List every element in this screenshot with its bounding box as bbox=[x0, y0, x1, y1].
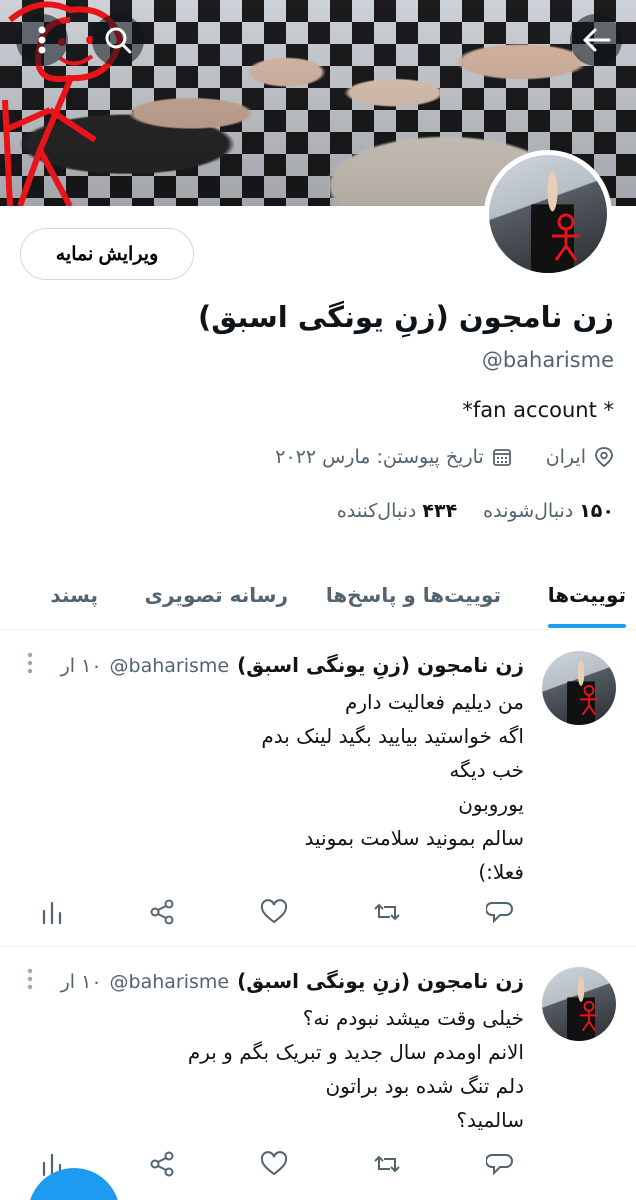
reply-icon[interactable] bbox=[486, 899, 514, 925]
profile-handle: @baharisme bbox=[481, 348, 614, 372]
back-button[interactable] bbox=[570, 14, 622, 66]
follow-stats: ۱۵۰دنبال‌شونده ۴۳۴دنبال‌کننده bbox=[337, 500, 614, 522]
joined-date: تاریخ پیوستن: مارس ۲۰۲۲ bbox=[275, 446, 511, 468]
following-link[interactable]: ۱۵۰دنبال‌شونده bbox=[483, 500, 614, 522]
profile-name: زن نامجون (زنِ یونگی اسبق) bbox=[198, 300, 614, 334]
like-icon[interactable] bbox=[260, 1151, 288, 1177]
followers-count: ۴۳۴ bbox=[422, 500, 458, 522]
tweet-time[interactable]: ۱۰ ار bbox=[61, 655, 102, 677]
tweet-author-name[interactable]: زن نامجون (زنِ یونگی اسبق) bbox=[237, 653, 524, 677]
tab-tweets-replies[interactable]: توییت‌ها و پاسخ‌ها bbox=[326, 560, 501, 630]
analytics-icon[interactable] bbox=[40, 899, 64, 925]
profile-bio: *fan account * bbox=[462, 398, 614, 422]
following-label: دنبال‌شونده bbox=[483, 500, 574, 522]
profile-avatar[interactable] bbox=[484, 150, 612, 278]
tab-label: توییت‌ها و پاسخ‌ها bbox=[325, 583, 501, 607]
profile-tabs: توییت‌ها توییت‌ها و پاسخ‌ها رسانه تصویری… bbox=[0, 560, 636, 630]
more-vertical-icon bbox=[27, 652, 33, 674]
arrow-left-icon bbox=[583, 28, 611, 52]
active-tab-indicator bbox=[547, 624, 626, 628]
tweet-avatar[interactable] bbox=[542, 967, 616, 1041]
tweet-line: سالمید؟ bbox=[456, 1108, 524, 1132]
tab-likes[interactable]: پسند bbox=[50, 560, 98, 630]
more-button[interactable] bbox=[16, 14, 68, 66]
tweet-line: اگه خواستید بیایید بگید لینک بدم bbox=[261, 724, 524, 748]
tweet-line: سالم بمونید سلامت بمونید bbox=[304, 826, 525, 850]
tweet-header: زن نامجون (زنِ یونگی اسبق) @baharisme ۱۰… bbox=[61, 969, 524, 993]
edit-profile-button[interactable]: ویرایش نمایه bbox=[20, 228, 194, 280]
red-figure-icon bbox=[551, 213, 580, 261]
retweet-icon[interactable] bbox=[372, 1151, 402, 1177]
tweet-more-button[interactable] bbox=[26, 651, 34, 679]
tweet-line: فعلا:) bbox=[478, 860, 524, 884]
tweet-line: خیلی وقت میشد نبودم نه؟ bbox=[302, 1006, 524, 1030]
location: ایران bbox=[546, 446, 614, 468]
reply-icon[interactable] bbox=[486, 1151, 514, 1177]
tweet-line: خب دیگه bbox=[449, 758, 524, 782]
tab-label: پسند bbox=[50, 583, 98, 607]
more-vertical-icon bbox=[27, 968, 33, 990]
tweet-line: یوروبون bbox=[458, 792, 524, 816]
tweet-author-handle[interactable]: @baharisme bbox=[110, 971, 230, 993]
tweet-actions bbox=[40, 1151, 514, 1177]
tweet-line: الانم اومدم سال جدید و تبریک بگم و برم bbox=[187, 1040, 524, 1064]
tab-label: رسانه تصویری bbox=[144, 583, 288, 607]
tweet-text: من دیلیم فعالیت دارم اگه خواستید بیایید … bbox=[54, 685, 524, 889]
search-button[interactable] bbox=[92, 14, 144, 66]
tweet-time[interactable]: ۱۰ ار bbox=[61, 971, 102, 993]
location-pin-icon bbox=[595, 447, 613, 468]
like-icon[interactable] bbox=[260, 899, 288, 925]
tweet-avatar[interactable] bbox=[542, 651, 616, 725]
tab-label: توییت‌ها bbox=[547, 583, 626, 607]
tab-tweets[interactable]: توییت‌ها bbox=[547, 560, 626, 630]
location-text: ایران bbox=[545, 446, 586, 468]
tweet-author-handle[interactable]: @baharisme bbox=[110, 655, 230, 677]
followers-label: دنبال‌کننده bbox=[336, 500, 417, 522]
calendar-icon bbox=[492, 449, 511, 466]
tweet-line: دلم تنگ شده بود براتون bbox=[325, 1074, 524, 1098]
tweet-author-name[interactable]: زن نامجون (زنِ یونگی اسبق) bbox=[237, 969, 524, 993]
share-icon[interactable] bbox=[148, 899, 176, 925]
search-icon bbox=[105, 27, 132, 54]
tweet-more-button[interactable] bbox=[26, 967, 34, 995]
tweet-actions bbox=[40, 899, 514, 925]
joined-text: تاریخ پیوستن: مارس ۲۰۲۲ bbox=[275, 446, 484, 468]
red-figure-icon bbox=[580, 1000, 598, 1031]
tweet[interactable]: زن نامجون (زنِ یونگی اسبق) @baharisme ۱۰… bbox=[0, 631, 636, 947]
tweet-line: من دیلیم فعالیت دارم bbox=[344, 690, 524, 714]
red-figure-icon bbox=[580, 684, 598, 715]
tweet-header: زن نامجون (زنِ یونگی اسبق) @baharisme ۱۰… bbox=[61, 653, 524, 677]
following-count: ۱۵۰ bbox=[579, 500, 614, 522]
tweet[interactable]: زن نامجون (زنِ یونگی اسبق) @baharisme ۱۰… bbox=[0, 947, 636, 1200]
followers-link[interactable]: ۴۳۴دنبال‌کننده bbox=[337, 500, 457, 522]
profile-meta: ایران تاریخ پیوستن: مارس ۲۰۲۲ bbox=[275, 446, 614, 468]
retweet-icon[interactable] bbox=[372, 899, 402, 925]
tab-media[interactable]: رسانه تصویری bbox=[145, 560, 288, 630]
tweet-text: خیلی وقت میشد نبودم نه؟ الانم اومدم سال … bbox=[54, 1001, 524, 1137]
more-vertical-icon bbox=[38, 26, 46, 54]
share-icon[interactable] bbox=[148, 1151, 176, 1177]
